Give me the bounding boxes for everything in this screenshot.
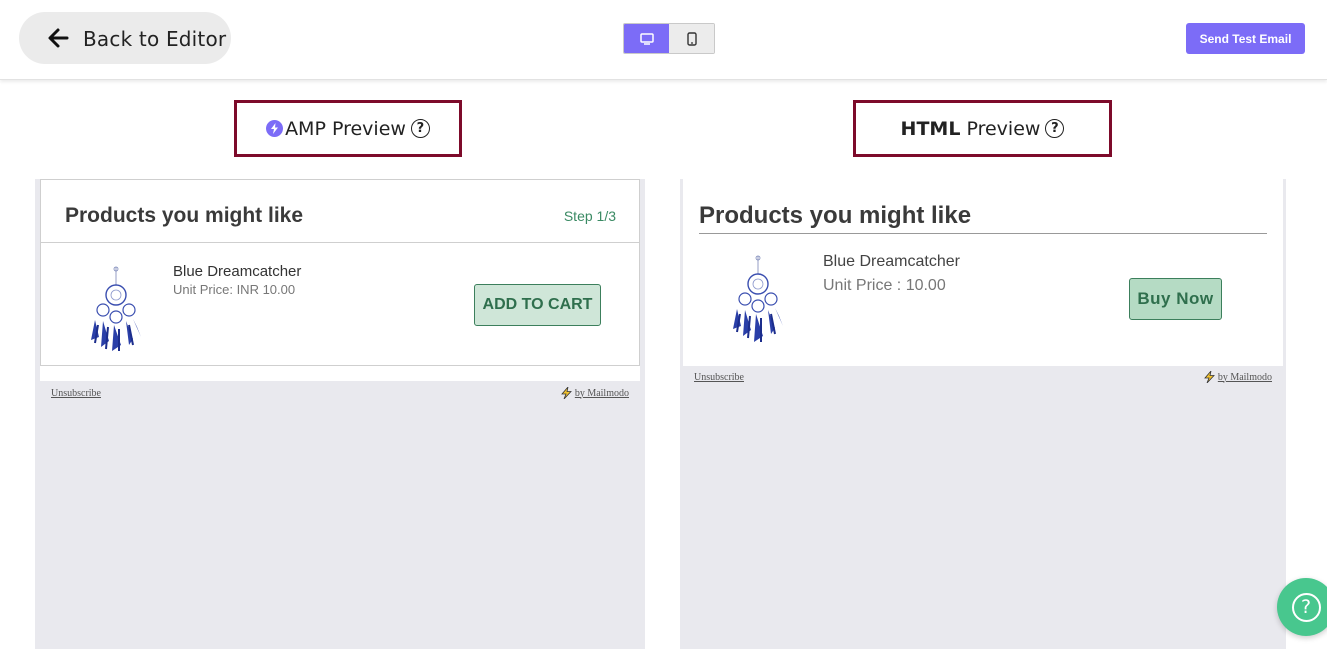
desktop-icon xyxy=(639,32,654,45)
html-preview-header: HTML Preview ? xyxy=(853,100,1112,157)
html-preview-label-suffix: Preview xyxy=(960,117,1041,140)
desktop-view-button[interactable] xyxy=(624,24,669,53)
back-to-editor-label: Back to Editor xyxy=(83,27,227,51)
mobile-view-button[interactable] xyxy=(669,24,714,53)
back-to-editor-button[interactable]: Back to Editor xyxy=(19,12,231,64)
amp-preview-label-prefix: AMP xyxy=(285,117,326,140)
amp-mailmodo-link[interactable]: by Mailmodo xyxy=(560,387,629,399)
divider xyxy=(699,233,1267,234)
amp-product-carousel: Products you might like Step 1/3 Blue Dr… xyxy=(40,179,640,366)
html-mailmodo-label: by Mailmodo xyxy=(1217,371,1272,383)
amp-step-indicator: Step 1/3 xyxy=(563,208,616,224)
mobile-icon xyxy=(686,31,697,46)
device-toggle xyxy=(623,23,715,54)
arrow-left-icon xyxy=(48,28,69,48)
amp-preview-header: AMP Preview ? xyxy=(234,100,462,157)
html-preview-label-prefix: HTML xyxy=(900,117,961,140)
amp-help-icon[interactable]: ? xyxy=(410,119,430,138)
amp-preview-panel: Products you might like Step 1/3 Blue Dr… xyxy=(35,179,645,649)
amp-mailmodo-label: by Mailmodo xyxy=(574,387,629,399)
amp-lightning-icon xyxy=(266,120,284,137)
html-email-card: Products you might like Blue Dreamcatche… xyxy=(683,179,1283,366)
top-bar: Back to Editor Send Test Email xyxy=(0,0,1327,80)
amp-preview-label-suffix: Preview xyxy=(325,117,406,140)
buy-now-button[interactable]: Buy Now xyxy=(1129,278,1222,320)
html-card-title: Products you might like xyxy=(699,202,972,229)
amp-card-title: Products you might like xyxy=(65,204,304,227)
html-unsubscribe-link[interactable]: Unsubscribe xyxy=(694,372,744,383)
amp-email-card: Products you might like Step 1/3 Blue Dr… xyxy=(40,179,640,381)
html-product-name: Blue Dreamcatcher xyxy=(823,253,960,270)
html-mailmodo-link[interactable]: by Mailmodo xyxy=(1203,371,1272,383)
add-to-cart-button[interactable]: ADD TO CART xyxy=(474,284,601,326)
lightning-icon xyxy=(1203,371,1215,383)
html-help-icon[interactable]: ? xyxy=(1045,119,1065,138)
help-chat-button[interactable]: ? xyxy=(1277,578,1327,636)
amp-unsubscribe-link[interactable]: Unsubscribe xyxy=(51,388,101,399)
amp-product-price: Unit Price: INR 10.00 xyxy=(173,282,296,297)
html-preview-panel: Products you might like Blue Dreamcatche… xyxy=(680,179,1286,649)
lightning-icon xyxy=(560,387,572,399)
send-test-email-button[interactable]: Send Test Email xyxy=(1186,23,1305,54)
question-icon: ? xyxy=(1291,592,1321,622)
dreamcatcher-image xyxy=(91,266,141,351)
html-product-price: Unit Price : 10.00 xyxy=(823,277,946,294)
dreamcatcher-image xyxy=(733,255,783,342)
amp-product-name: Blue Dreamcatcher xyxy=(173,263,302,280)
amp-card-header: Products you might like Step 1/3 xyxy=(41,180,639,243)
